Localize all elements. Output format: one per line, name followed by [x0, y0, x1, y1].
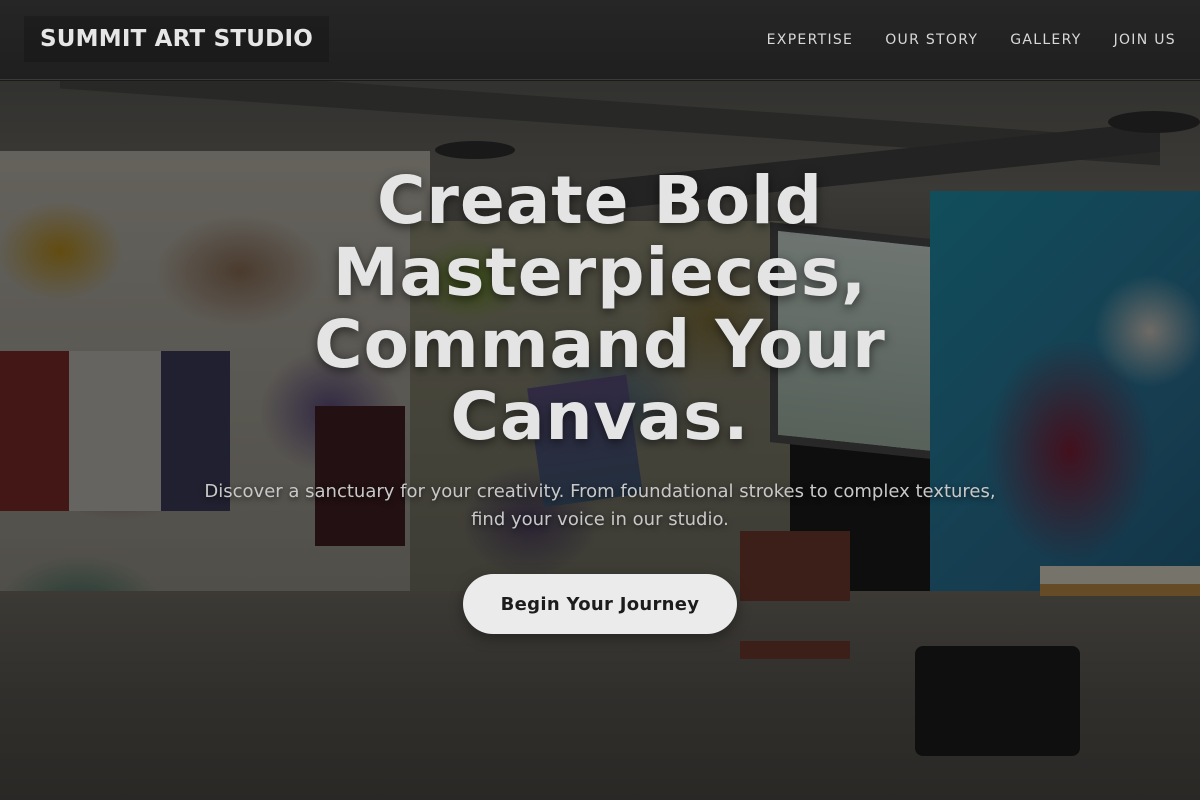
page: SUMMIT ART STUDIO EXPERTISE OUR STORY GA…: [0, 0, 1200, 800]
site-logo[interactable]: SUMMIT ART STUDIO: [24, 16, 329, 62]
nav-link-expertise[interactable]: EXPERTISE: [767, 32, 854, 48]
hero-subtitle: Discover a sanctuary for your creativity…: [204, 481, 996, 530]
hero-title: Create Bold Masterpieces, Command Your C…: [314, 162, 886, 455]
hero-content: Create Bold Masterpieces, Command Your C…: [0, 81, 1200, 800]
nav-link-gallery[interactable]: GALLERY: [1010, 32, 1081, 48]
nav-link-join-us[interactable]: JOIN US: [1114, 32, 1176, 48]
nav-link-our-story[interactable]: OUR STORY: [885, 32, 978, 48]
main-nav: EXPERTISE OUR STORY GALLERY JOIN US: [767, 0, 1176, 80]
site-header: SUMMIT ART STUDIO EXPERTISE OUR STORY GA…: [0, 0, 1200, 80]
begin-journey-button[interactable]: Begin Your Journey: [463, 574, 737, 634]
